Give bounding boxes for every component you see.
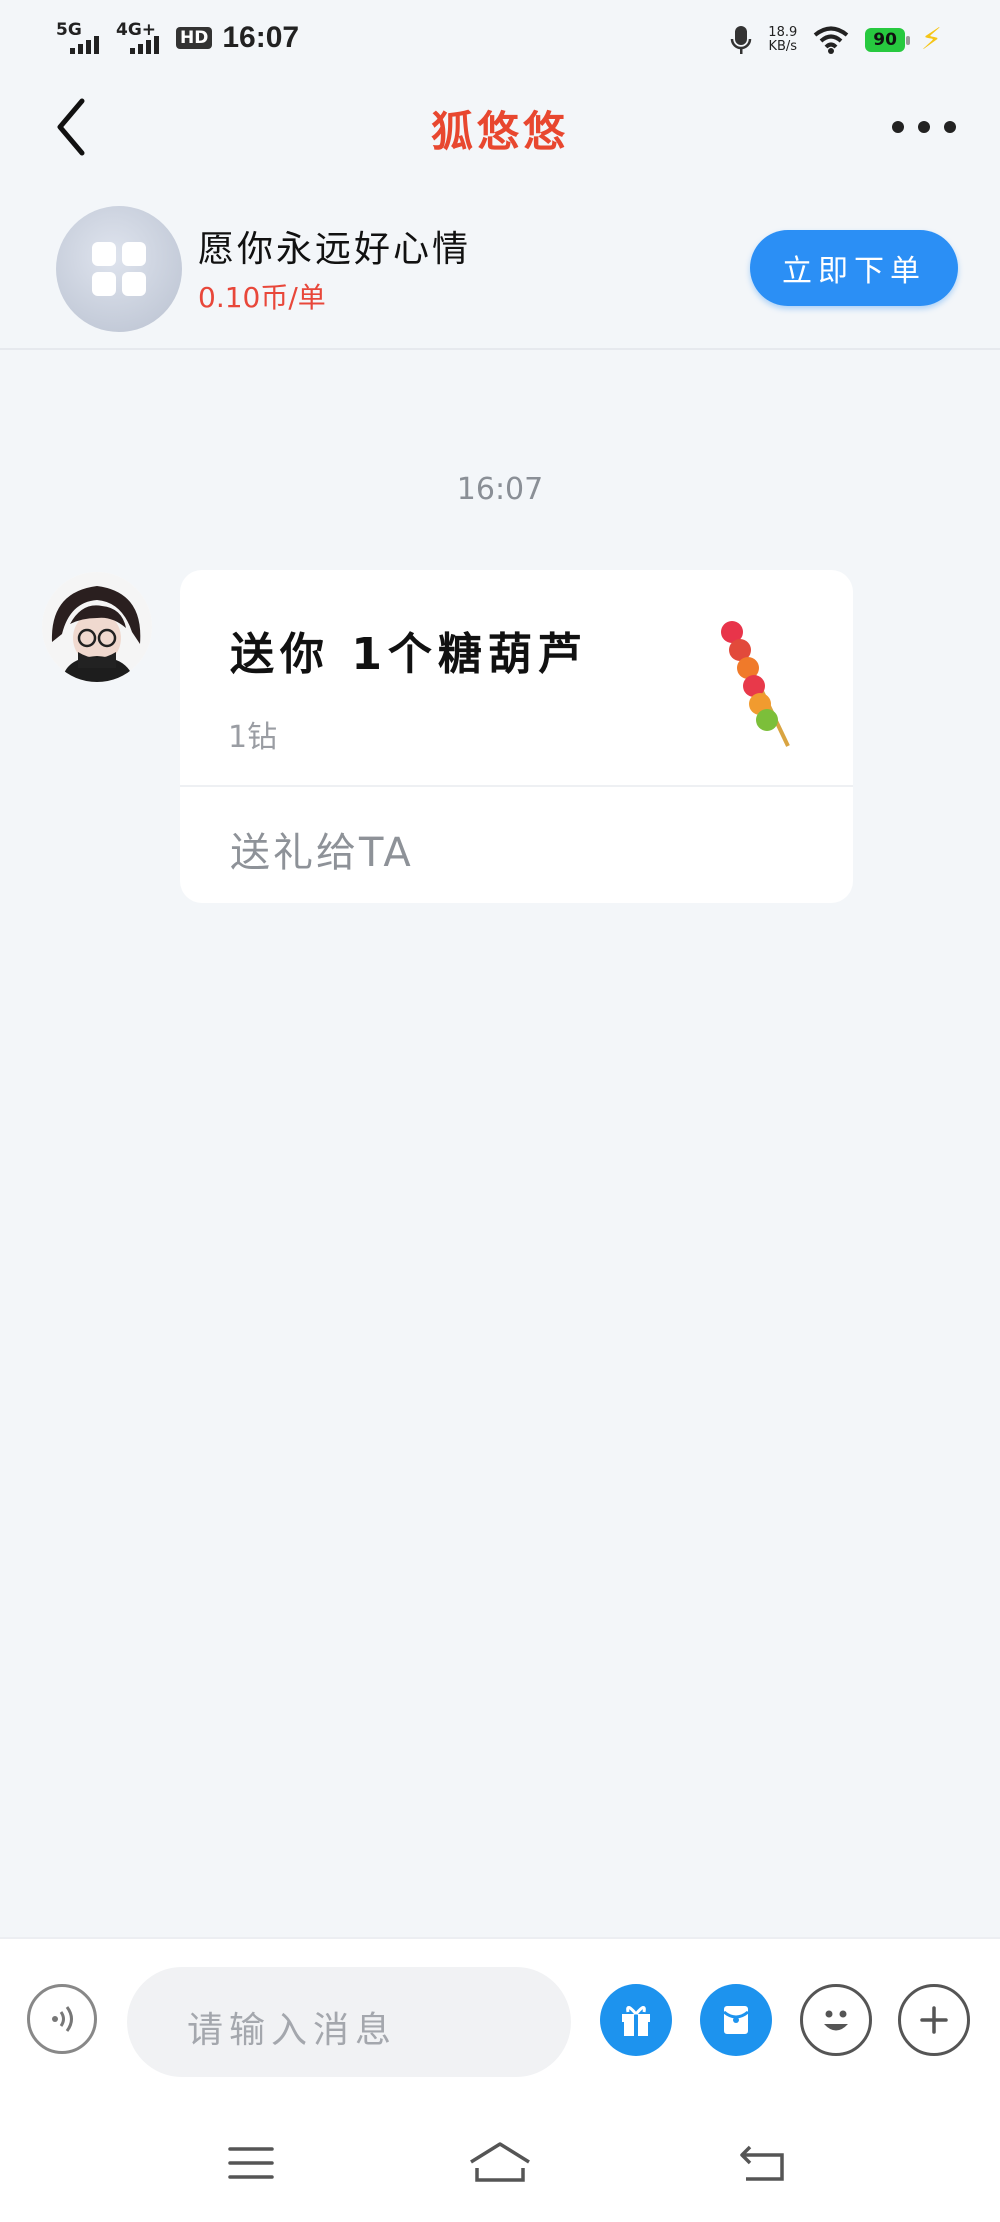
red-packet-button[interactable] xyxy=(700,1984,772,2056)
home-button[interactable] xyxy=(465,2138,535,2188)
gift-price: 1钻 xyxy=(228,720,278,755)
user-avatar-image xyxy=(42,572,152,682)
network-speed: 18.9 KB/s xyxy=(768,26,797,54)
message-input-bar: 请输入消息 xyxy=(0,1937,1000,2104)
order-now-button[interactable]: 立即下单 xyxy=(750,230,958,306)
card-divider xyxy=(180,785,853,787)
voice-icon xyxy=(52,2006,73,2032)
red-packet-icon xyxy=(723,2006,749,2034)
emoji-button[interactable] xyxy=(800,1984,872,2056)
plus-icon xyxy=(920,2006,948,2034)
avatar[interactable] xyxy=(42,572,152,682)
apps-grid-icon xyxy=(92,242,146,296)
more-dots-icon xyxy=(892,121,904,133)
back-nav-button[interactable] xyxy=(728,2138,798,2188)
microphone-icon xyxy=(731,26,752,54)
signal-4g: 4G+ xyxy=(116,20,166,56)
signal-bars-icon xyxy=(130,36,159,54)
status-right: 18.9 KB/s 90 ⚡ xyxy=(730,20,942,60)
more-dot xyxy=(918,121,930,133)
message-timestamp: 16:07 xyxy=(456,472,544,507)
speed-value: 18.9 xyxy=(768,25,798,40)
send-gift-link[interactable]: 送礼给TA xyxy=(230,820,414,878)
home-icon xyxy=(470,2142,530,2182)
signal-5g: 5G xyxy=(56,20,106,56)
hd-badge: HD xyxy=(176,27,213,49)
gift-message-card: 送你 1个糖葫芦 1钻 送礼给TA xyxy=(180,570,853,903)
more-actions-button[interactable] xyxy=(898,1984,970,2056)
service-price: 0.10币/单 xyxy=(198,281,326,314)
voice-button[interactable] xyxy=(27,1984,97,2054)
more-options-button[interactable] xyxy=(892,112,956,142)
status-left: 5G 4G+ HD 16:07 xyxy=(56,18,299,58)
menu-icon xyxy=(228,2147,274,2179)
message-input[interactable]: 请输入消息 xyxy=(127,1967,571,2077)
signal-bars-icon xyxy=(70,36,99,54)
page-title: 狐悠悠 xyxy=(430,107,569,156)
battery-indicator: 90 xyxy=(865,28,910,52)
service-bar: 愿你永远好心情 0.10币/单 立即下单 xyxy=(0,198,1000,350)
more-dot xyxy=(944,121,956,133)
message-input-placeholder: 请输入消息 xyxy=(187,2010,398,2051)
gift-button[interactable] xyxy=(600,1984,672,2056)
service-avatar[interactable] xyxy=(56,206,182,332)
gift-title: 送你 1个糖葫芦 xyxy=(230,629,588,680)
menu-button[interactable] xyxy=(216,2138,286,2188)
clock: 16:07 xyxy=(222,21,300,54)
wifi-icon xyxy=(813,26,849,54)
system-nav-bar xyxy=(0,2102,1000,2222)
charging-icon: ⚡ xyxy=(920,22,942,57)
speed-unit: KB/s xyxy=(768,39,798,54)
back-icon xyxy=(740,2145,784,2181)
service-title: 愿你永远好心情 xyxy=(198,229,472,270)
candied-haws-icon xyxy=(721,621,790,747)
status-bar: 5G 4G+ HD 16:07 18.9 KB/s 90 ⚡ xyxy=(0,0,1000,78)
emoji-icon xyxy=(824,2010,848,2031)
gift-icon xyxy=(622,2006,650,2036)
